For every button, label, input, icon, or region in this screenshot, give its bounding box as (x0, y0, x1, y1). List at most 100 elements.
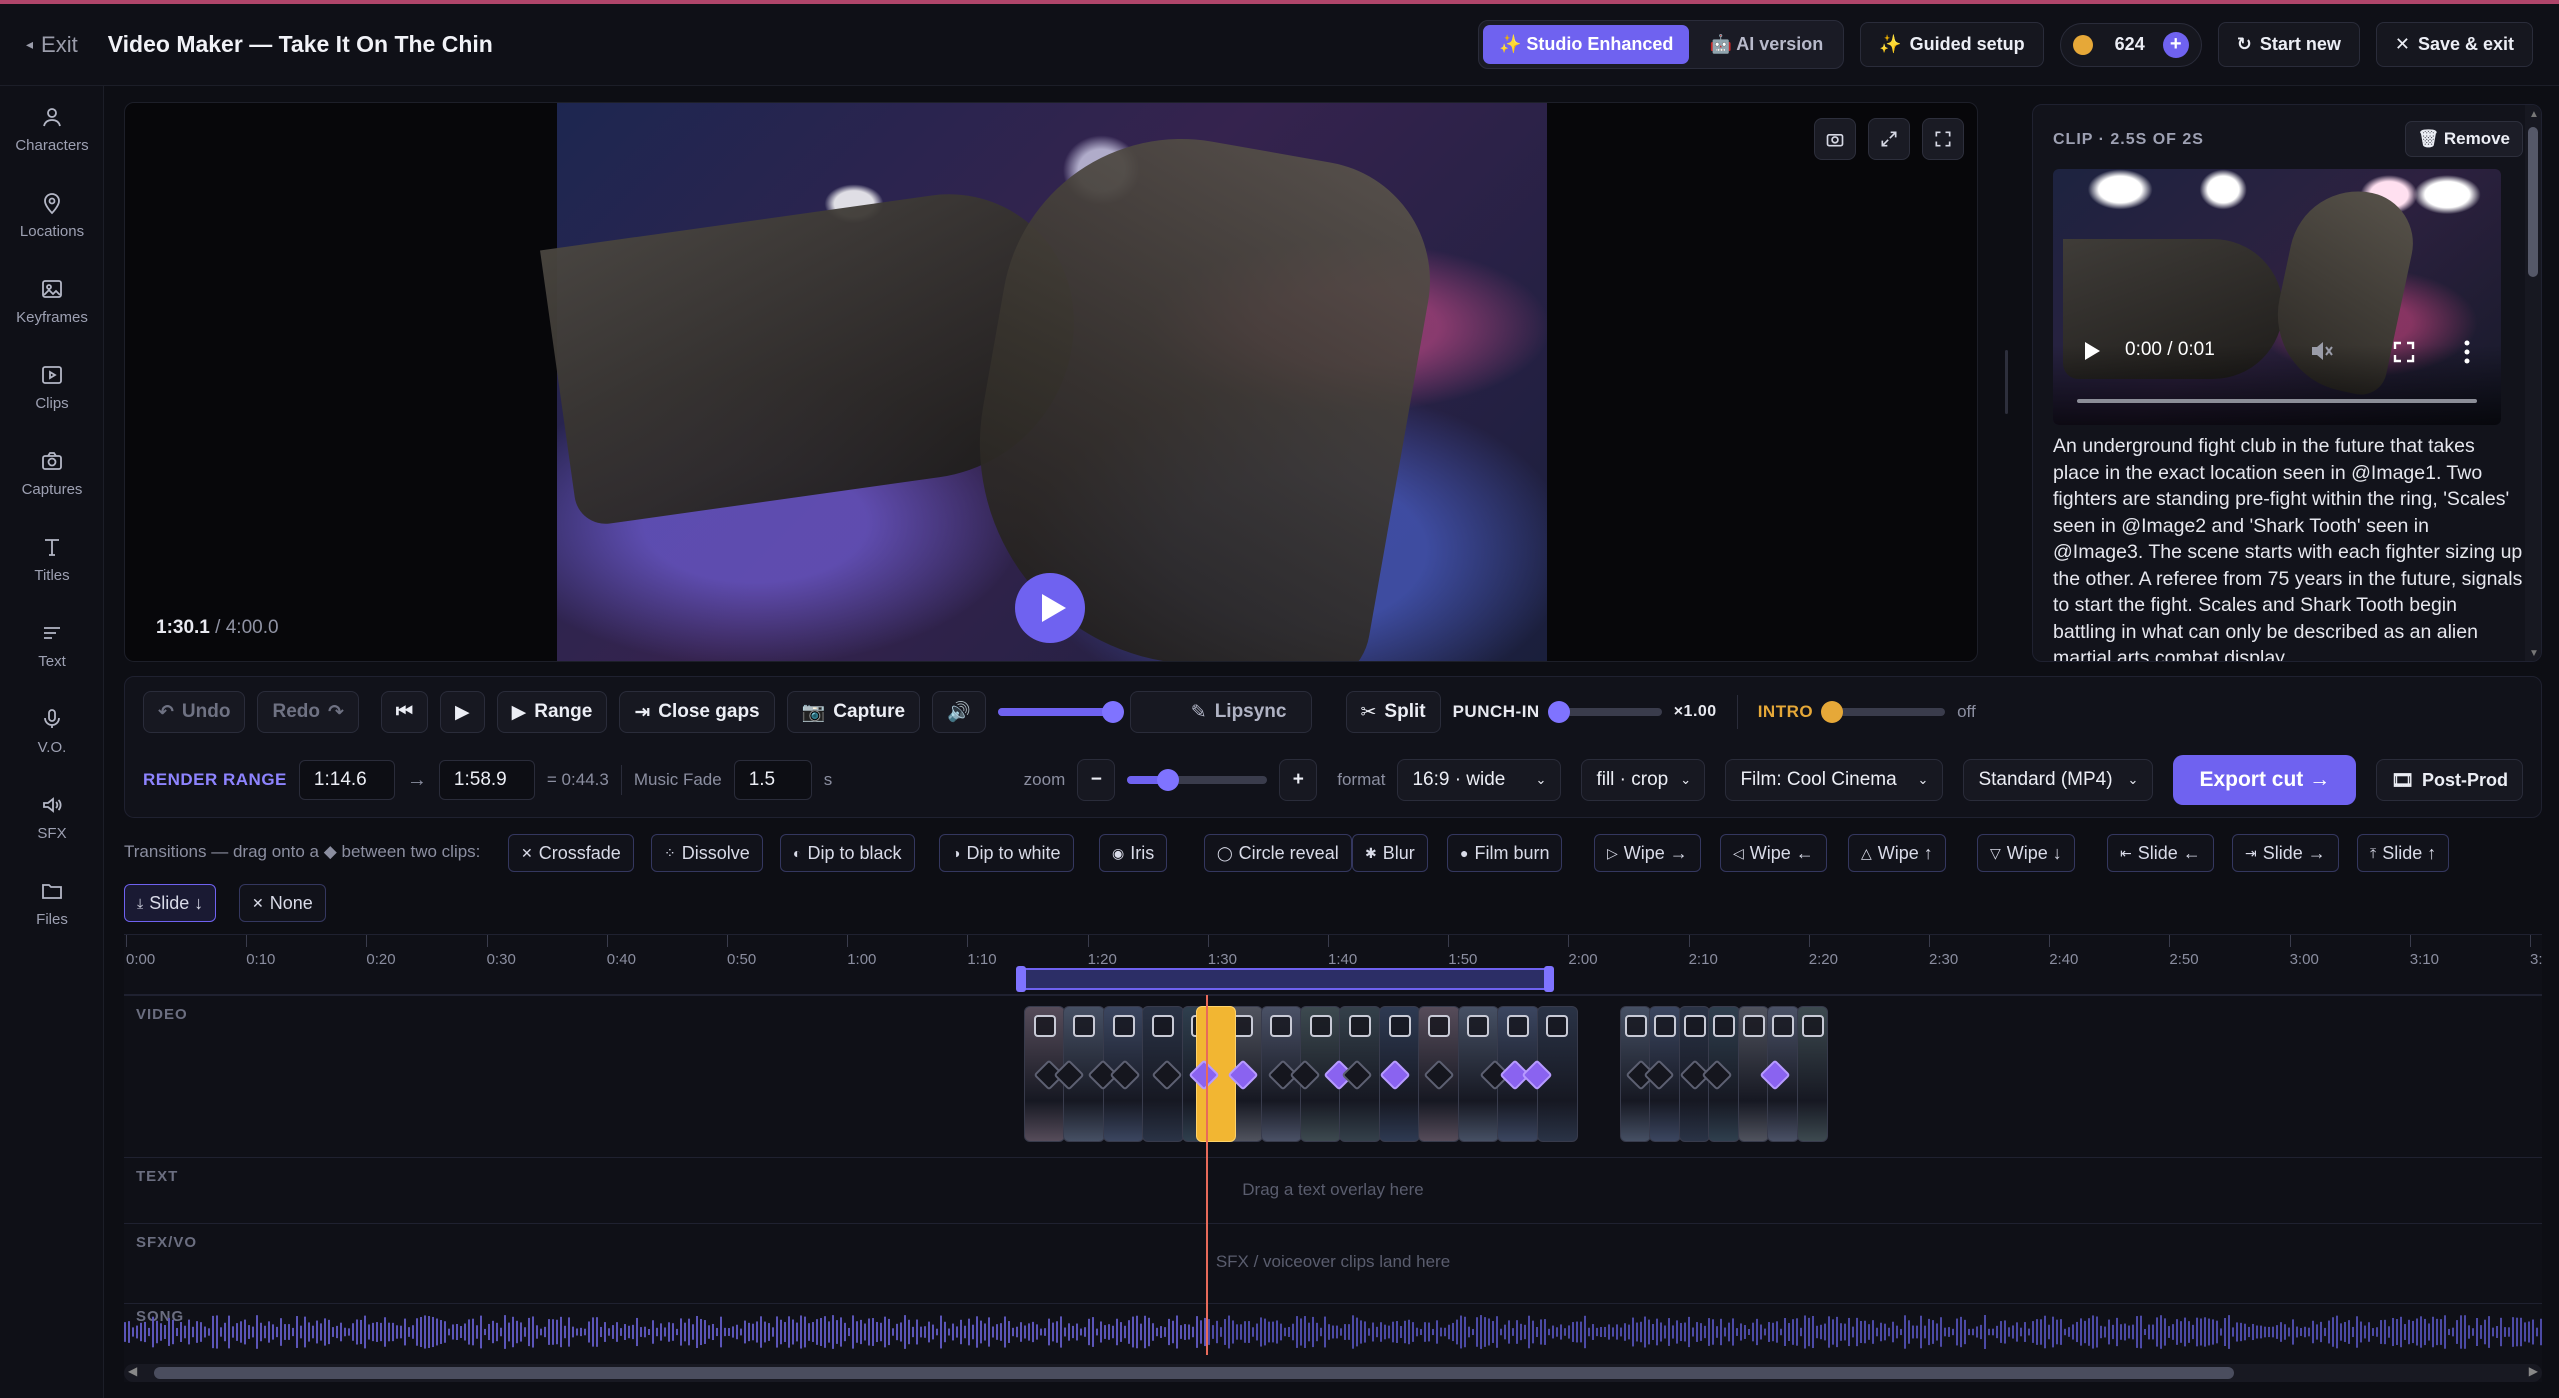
clip-description[interactable]: An underground fight club in the future … (2053, 433, 2523, 661)
timeline-scrollbar[interactable]: ◀ ▶ (124, 1364, 2542, 1382)
clip-select-checkbox[interactable] (1270, 1015, 1293, 1037)
sidebar-item-titles[interactable]: Titles (0, 516, 104, 602)
player-progress[interactable] (2077, 399, 2477, 403)
mode-ai-version[interactable]: 🤖 AI version (1693, 25, 1839, 64)
volume-button[interactable]: 🔊 (932, 691, 986, 733)
clip-select-checkbox[interactable] (1388, 1015, 1411, 1037)
transition-chip[interactable]: ● Film burn (1447, 834, 1563, 872)
skip-start-button[interactable]: ⏮ (380, 691, 428, 733)
intro-knob[interactable] (1821, 701, 1844, 723)
transition-chip[interactable]: ✕ None (239, 884, 326, 922)
clip-select-checkbox[interactable] (1713, 1015, 1736, 1037)
sidebar-item-text[interactable]: Text (0, 602, 104, 688)
transition-chip[interactable]: ⤒ Slide ↑ (2357, 834, 2450, 872)
volume-knob[interactable] (1101, 701, 1124, 723)
clip-select-checkbox[interactable] (1309, 1015, 1332, 1037)
quality-select[interactable]: Standard (MP4) ⌄ (1963, 759, 2154, 801)
transition-chip[interactable]: ⇤ Slide ← (2107, 834, 2214, 872)
close-gaps-button[interactable]: ⇥ Close gaps (619, 691, 775, 733)
range-button[interactable]: ▶ Range (496, 691, 608, 733)
clip-select-checkbox[interactable] (1506, 1015, 1529, 1037)
save-exit-button[interactable]: ✕ Save & exit (2375, 22, 2533, 67)
remove-clip-button[interactable]: 🗑 Remove (2404, 121, 2523, 157)
expand-button[interactable] (1868, 118, 1910, 160)
punch-in-knob[interactable] (1547, 701, 1570, 723)
undo-button[interactable]: ↶ Undo (143, 691, 246, 733)
transition-chip[interactable]: ⇥ Slide → (2232, 834, 2339, 872)
transition-chip[interactable]: ⤓ Slide ↓ (124, 884, 217, 922)
exit-button[interactable]: ◂ Exit (26, 32, 78, 58)
render-range-handle[interactable] (1016, 966, 1554, 992)
lipsync-button[interactable]: ✎ Lipsync (1129, 691, 1312, 733)
transition-chip[interactable]: ◁ Wipe ← (1720, 834, 1827, 872)
zoom-knob[interactable] (1157, 769, 1180, 791)
playhead[interactable] (1206, 995, 1208, 1355)
snapshot-button[interactable] (1814, 118, 1856, 160)
clip-select-checkbox[interactable] (1772, 1015, 1795, 1037)
clip-select-checkbox[interactable] (1654, 1015, 1677, 1037)
transition-chip[interactable]: △ Wipe ↑ (1848, 834, 1946, 872)
timeline-clip[interactable] (1796, 1006, 1828, 1142)
zoom-in-button[interactable]: + (1279, 759, 1318, 801)
fit-select[interactable]: fill · crop ⌄ (1581, 759, 1706, 801)
sidebar-item-locations[interactable]: Locations (0, 172, 104, 258)
clip-select-checkbox[interactable] (1546, 1015, 1569, 1037)
fullscreen-button[interactable] (1922, 118, 1964, 160)
clip-select-checkbox[interactable] (1742, 1015, 1765, 1037)
split-button[interactable]: ✂ Split (1345, 691, 1441, 733)
sidebar-item-vo[interactable]: V.O. (0, 688, 104, 774)
capture-button[interactable]: 📷 Capture (786, 691, 921, 733)
clip-select-checkbox[interactable] (1427, 1015, 1450, 1037)
sidebar-item-sfx[interactable]: SFX (0, 774, 104, 860)
transition-chip[interactable]: ▽ Wipe ↓ (1977, 834, 2075, 872)
panel-resize-handle[interactable] (2005, 350, 2008, 414)
intro-slider[interactable] (1821, 701, 1946, 723)
clip-select-checkbox[interactable] (1073, 1015, 1096, 1037)
guided-setup-button[interactable]: ✨ Guided setup (1860, 22, 2044, 67)
zoom-slider[interactable] (1127, 769, 1268, 791)
transition-chip[interactable]: ⁘ Dissolve (651, 834, 763, 872)
panel-scrollbar[interactable]: ▲ ▼ (2525, 105, 2541, 661)
sidebar-item-files[interactable]: Files (0, 860, 104, 946)
transition-chip[interactable]: ✕ Crossfade (508, 834, 634, 872)
transition-chip[interactable]: ◐ Dip to black (780, 834, 915, 872)
punch-in-slider[interactable] (1547, 701, 1662, 723)
clip-select-checkbox[interactable] (1033, 1015, 1056, 1037)
transition-chip[interactable]: ▷ Wipe → (1594, 834, 1701, 872)
sidebar-item-characters[interactable]: Characters (0, 86, 104, 172)
play-icon[interactable] (1014, 572, 1086, 644)
transition-chip[interactable]: ✱ Blur (1352, 834, 1428, 872)
add-credits-button[interactable]: + (2162, 31, 2189, 58)
redo-button[interactable]: Redo ↷ (257, 691, 359, 733)
zoom-out-button[interactable]: − (1077, 759, 1116, 801)
fullscreen-icon[interactable] (2393, 341, 2415, 363)
transition-chip[interactable]: ◯ Circle reveal (1204, 834, 1352, 872)
clip-select-checkbox[interactable] (1112, 1015, 1135, 1037)
sidebar-item-clips[interactable]: Clips (0, 344, 104, 430)
clip-select-checkbox[interactable] (1467, 1015, 1490, 1037)
post-prod-button[interactable]: 🎞 Post-Prod (2376, 759, 2523, 801)
timeline-scroll-thumb[interactable] (154, 1367, 2234, 1379)
sidebar-item-keyframes[interactable]: Keyframes (0, 258, 104, 344)
more-icon[interactable] (2463, 339, 2471, 365)
film-select[interactable]: Film: Cool Cinema ⌄ (1725, 759, 1944, 801)
volume-slider[interactable] (997, 701, 1124, 723)
music-fade-field[interactable]: 1.5 (733, 760, 812, 800)
transition-chip[interactable]: ◉ Iris (1099, 834, 1168, 872)
export-cut-button[interactable]: Export cut → (2173, 755, 2357, 805)
start-new-button[interactable]: ↻ Start new (2217, 22, 2360, 67)
mode-studio-enhanced[interactable]: ✨ Studio Enhanced (1482, 25, 1690, 64)
clip-select-checkbox[interactable] (1625, 1015, 1647, 1037)
clip-select-checkbox[interactable] (1151, 1015, 1174, 1037)
play-button[interactable]: ▶ (440, 691, 485, 733)
clip-select-checkbox[interactable] (1349, 1015, 1372, 1037)
sidebar-item-captures[interactable]: Captures (0, 430, 104, 516)
song-waveform[interactable] (124, 1312, 2542, 1352)
range-start-field[interactable]: 1:14.6 (298, 760, 395, 800)
mute-icon[interactable] (2309, 339, 2335, 363)
panel-scroll-thumb[interactable] (2528, 127, 2538, 277)
clip-select-checkbox[interactable] (1801, 1015, 1824, 1037)
format-select[interactable]: 16:9 · wide ⌄ (1397, 759, 1562, 801)
clip-player[interactable]: 0:00 / 0:01 (2053, 169, 2501, 425)
sfx-track[interactable]: SFX/VO SFX / voiceover clips land here (124, 1223, 2542, 1303)
